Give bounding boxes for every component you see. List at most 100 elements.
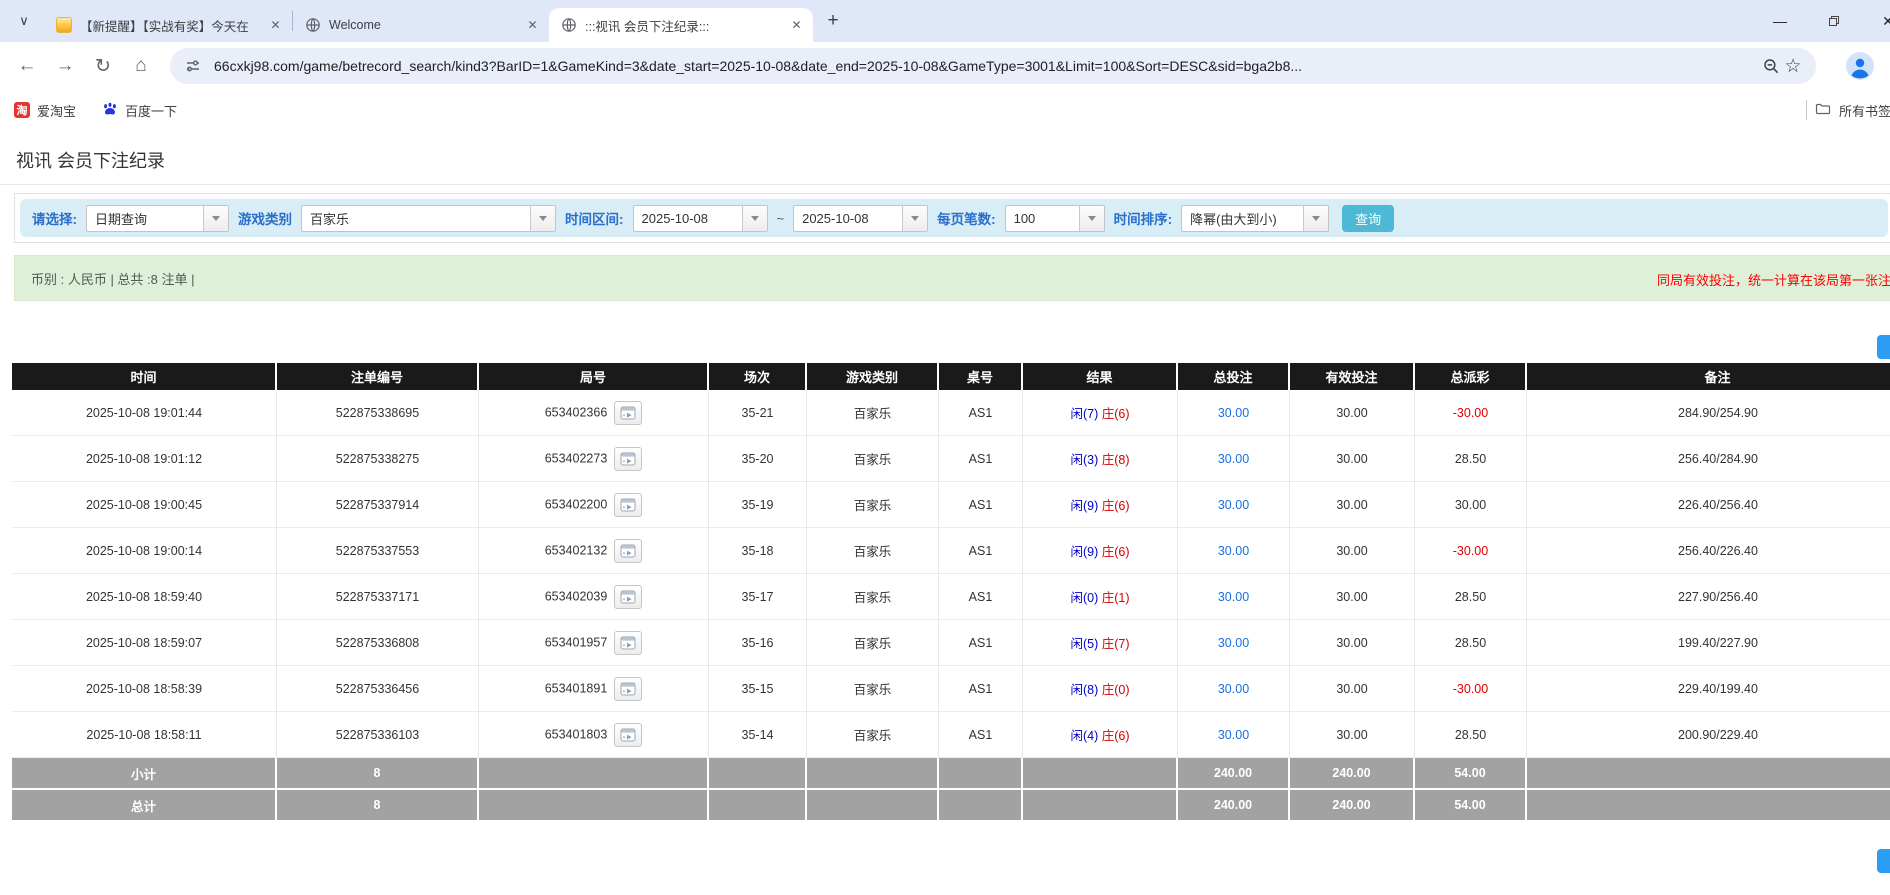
- baidu-paw-icon: [102, 101, 118, 120]
- result-player: 闲(4): [1070, 729, 1098, 743]
- total-row: 总计 8 240.00 240.00 54.00: [12, 790, 1890, 822]
- cell-table-no: AS1: [939, 528, 1023, 574]
- header-total-bet: 总投注: [1178, 363, 1290, 390]
- header-session: 场次: [709, 363, 807, 390]
- video-replay-icon[interactable]: [614, 447, 642, 471]
- cell-valid-bet: 30.00: [1290, 712, 1415, 758]
- mail-icon: [56, 17, 72, 33]
- cell-round-id: 653401803: [479, 712, 709, 758]
- bookmark-aitaobao[interactable]: 淘 爱淘宝: [14, 101, 76, 120]
- edge-button-bottom[interactable]: [1877, 849, 1890, 873]
- table-row: 2025-10-08 18:58:11522875336103653401803…: [12, 712, 1890, 758]
- cell-note: 199.40/227.90: [1527, 620, 1890, 666]
- bookmark-baidu[interactable]: 百度一下: [102, 101, 177, 120]
- chevron-down-icon[interactable]: [1079, 206, 1104, 231]
- bookmark-label: 百度一下: [125, 101, 177, 120]
- result-player: 闲(9): [1070, 499, 1098, 513]
- video-replay-icon[interactable]: [614, 631, 642, 655]
- sort-label: 时间排序:: [1114, 208, 1173, 228]
- chevron-down-icon[interactable]: [203, 206, 228, 231]
- restore-button[interactable]: [1807, 15, 1861, 27]
- video-replay-icon[interactable]: [614, 539, 642, 563]
- zoom-out-icon[interactable]: [1760, 55, 1782, 77]
- cell-session: 35-14: [709, 712, 807, 758]
- tab-forum[interactable]: 【新提醒】【实战有奖】今天在 ✕: [44, 8, 292, 42]
- profile-avatar[interactable]: [1846, 52, 1874, 80]
- cell-valid-bet: 30.00: [1290, 574, 1415, 620]
- cell-valid-bet: 30.00: [1290, 620, 1415, 666]
- cell-note: 227.90/256.40: [1527, 574, 1890, 620]
- video-replay-icon[interactable]: [614, 493, 642, 517]
- cell-bet-id: 522875336103: [277, 712, 479, 758]
- filter-panel: 请选择: 日期查询 游戏类别 百家乐 时间区间: 2025-10-08 ~ 20…: [20, 199, 1888, 237]
- subtotal-payout: 54.00: [1415, 758, 1527, 790]
- close-icon[interactable]: ✕: [267, 17, 284, 34]
- divider: [1806, 100, 1807, 120]
- sort-select[interactable]: 降幂(由大到小): [1181, 205, 1329, 232]
- bet-records-table: 时间 注单编号 局号 场次 游戏类别 桌号 结果 总投注 有效投注 总派彩 备注…: [12, 363, 1890, 822]
- edge-button-top[interactable]: [1877, 335, 1890, 359]
- video-replay-icon[interactable]: [614, 677, 642, 701]
- url-text[interactable]: 66cxkj98.com/game/betrecord_search/kind3…: [214, 58, 1750, 74]
- close-icon[interactable]: ✕: [524, 17, 541, 34]
- home-button[interactable]: ⌂: [124, 49, 158, 83]
- bookmark-star-icon[interactable]: ☆: [1782, 55, 1804, 77]
- tab-title: :::视讯 会员下注纪录:::: [585, 16, 782, 35]
- result-player: 闲(8): [1070, 683, 1098, 697]
- cell-session: 35-20: [709, 436, 807, 482]
- close-icon[interactable]: ✕: [788, 17, 805, 34]
- header-time: 时间: [12, 363, 277, 390]
- result-banker: 庄(0): [1102, 683, 1130, 697]
- date-end-select[interactable]: 2025-10-08: [793, 205, 928, 232]
- chevron-down-icon[interactable]: [1303, 206, 1328, 231]
- page-size-label: 每页笔数:: [937, 208, 996, 228]
- total-label: 总计: [12, 790, 277, 822]
- cell-round-id: 653402200: [479, 482, 709, 528]
- address-bar[interactable]: 66cxkj98.com/game/betrecord_search/kind3…: [170, 48, 1816, 84]
- cell-game-type: 百家乐: [807, 620, 939, 666]
- query-type-select[interactable]: 日期查询: [86, 205, 229, 232]
- subtotal-valid-bet: 240.00: [1290, 758, 1415, 790]
- game-type-select[interactable]: 百家乐: [301, 205, 556, 232]
- table-row: 2025-10-08 18:59:40522875337171653402039…: [12, 574, 1890, 620]
- cell-round-id: 653402366: [479, 390, 709, 436]
- header-table-no: 桌号: [939, 363, 1023, 390]
- summary-warning-text: 同局有效投注，统一计算在该局第一张注单内: [1657, 256, 1890, 302]
- cell-note: 256.40/284.90: [1527, 436, 1890, 482]
- reload-button[interactable]: ↻: [86, 49, 120, 83]
- page-size-select[interactable]: 100: [1005, 205, 1105, 232]
- table-body: 2025-10-08 19:01:44522875338695653402366…: [12, 390, 1890, 758]
- result-player: 闲(5): [1070, 637, 1098, 651]
- tab-betrecord-active[interactable]: :::视讯 会员下注纪录::: ✕: [549, 8, 813, 42]
- close-window-button[interactable]: ✕: [1861, 13, 1890, 30]
- round-id-text: 653401957: [545, 635, 608, 649]
- cell-time: 2025-10-08 18:59:40: [12, 574, 277, 620]
- site-settings-icon[interactable]: [182, 55, 204, 77]
- cell-payout: -30.00: [1415, 666, 1527, 712]
- video-replay-icon[interactable]: [614, 585, 642, 609]
- summary-bar: 币别 : 人民币 | 总共 :8 注单 | 同局有效投注，统一计算在该局第一张注…: [14, 255, 1890, 301]
- all-bookmarks[interactable]: 所有书签: [1806, 90, 1890, 130]
- minimize-button[interactable]: —: [1753, 13, 1807, 29]
- window-controls: — ✕: [1753, 0, 1890, 42]
- back-button[interactable]: ←: [10, 49, 44, 83]
- search-button[interactable]: 查询: [1342, 205, 1394, 232]
- chevron-down-icon[interactable]: [742, 206, 767, 231]
- result-banker: 庄(6): [1102, 407, 1130, 421]
- browser-tab-bar: ∨ 【新提醒】【实战有奖】今天在 ✕ Welcome ✕ :::视讯 会员下注纪…: [0, 0, 1890, 42]
- cell-game-type: 百家乐: [807, 574, 939, 620]
- forward-button[interactable]: →: [48, 49, 82, 83]
- tab-welcome[interactable]: Welcome ✕: [293, 8, 549, 42]
- tab-search-button[interactable]: ∨: [10, 7, 38, 35]
- header-bet-id: 注单编号: [277, 363, 479, 390]
- chevron-down-icon[interactable]: [530, 206, 555, 231]
- chevron-down-icon[interactable]: [902, 206, 927, 231]
- cell-round-id: 653402273: [479, 436, 709, 482]
- cell-payout: -30.00: [1415, 528, 1527, 574]
- game-type-value: 百家乐: [302, 206, 357, 231]
- video-replay-icon[interactable]: [614, 401, 642, 425]
- date-start-select[interactable]: 2025-10-08: [633, 205, 768, 232]
- new-tab-button[interactable]: +: [819, 7, 847, 35]
- video-replay-icon[interactable]: [614, 723, 642, 747]
- round-id-text: 653402039: [545, 589, 608, 603]
